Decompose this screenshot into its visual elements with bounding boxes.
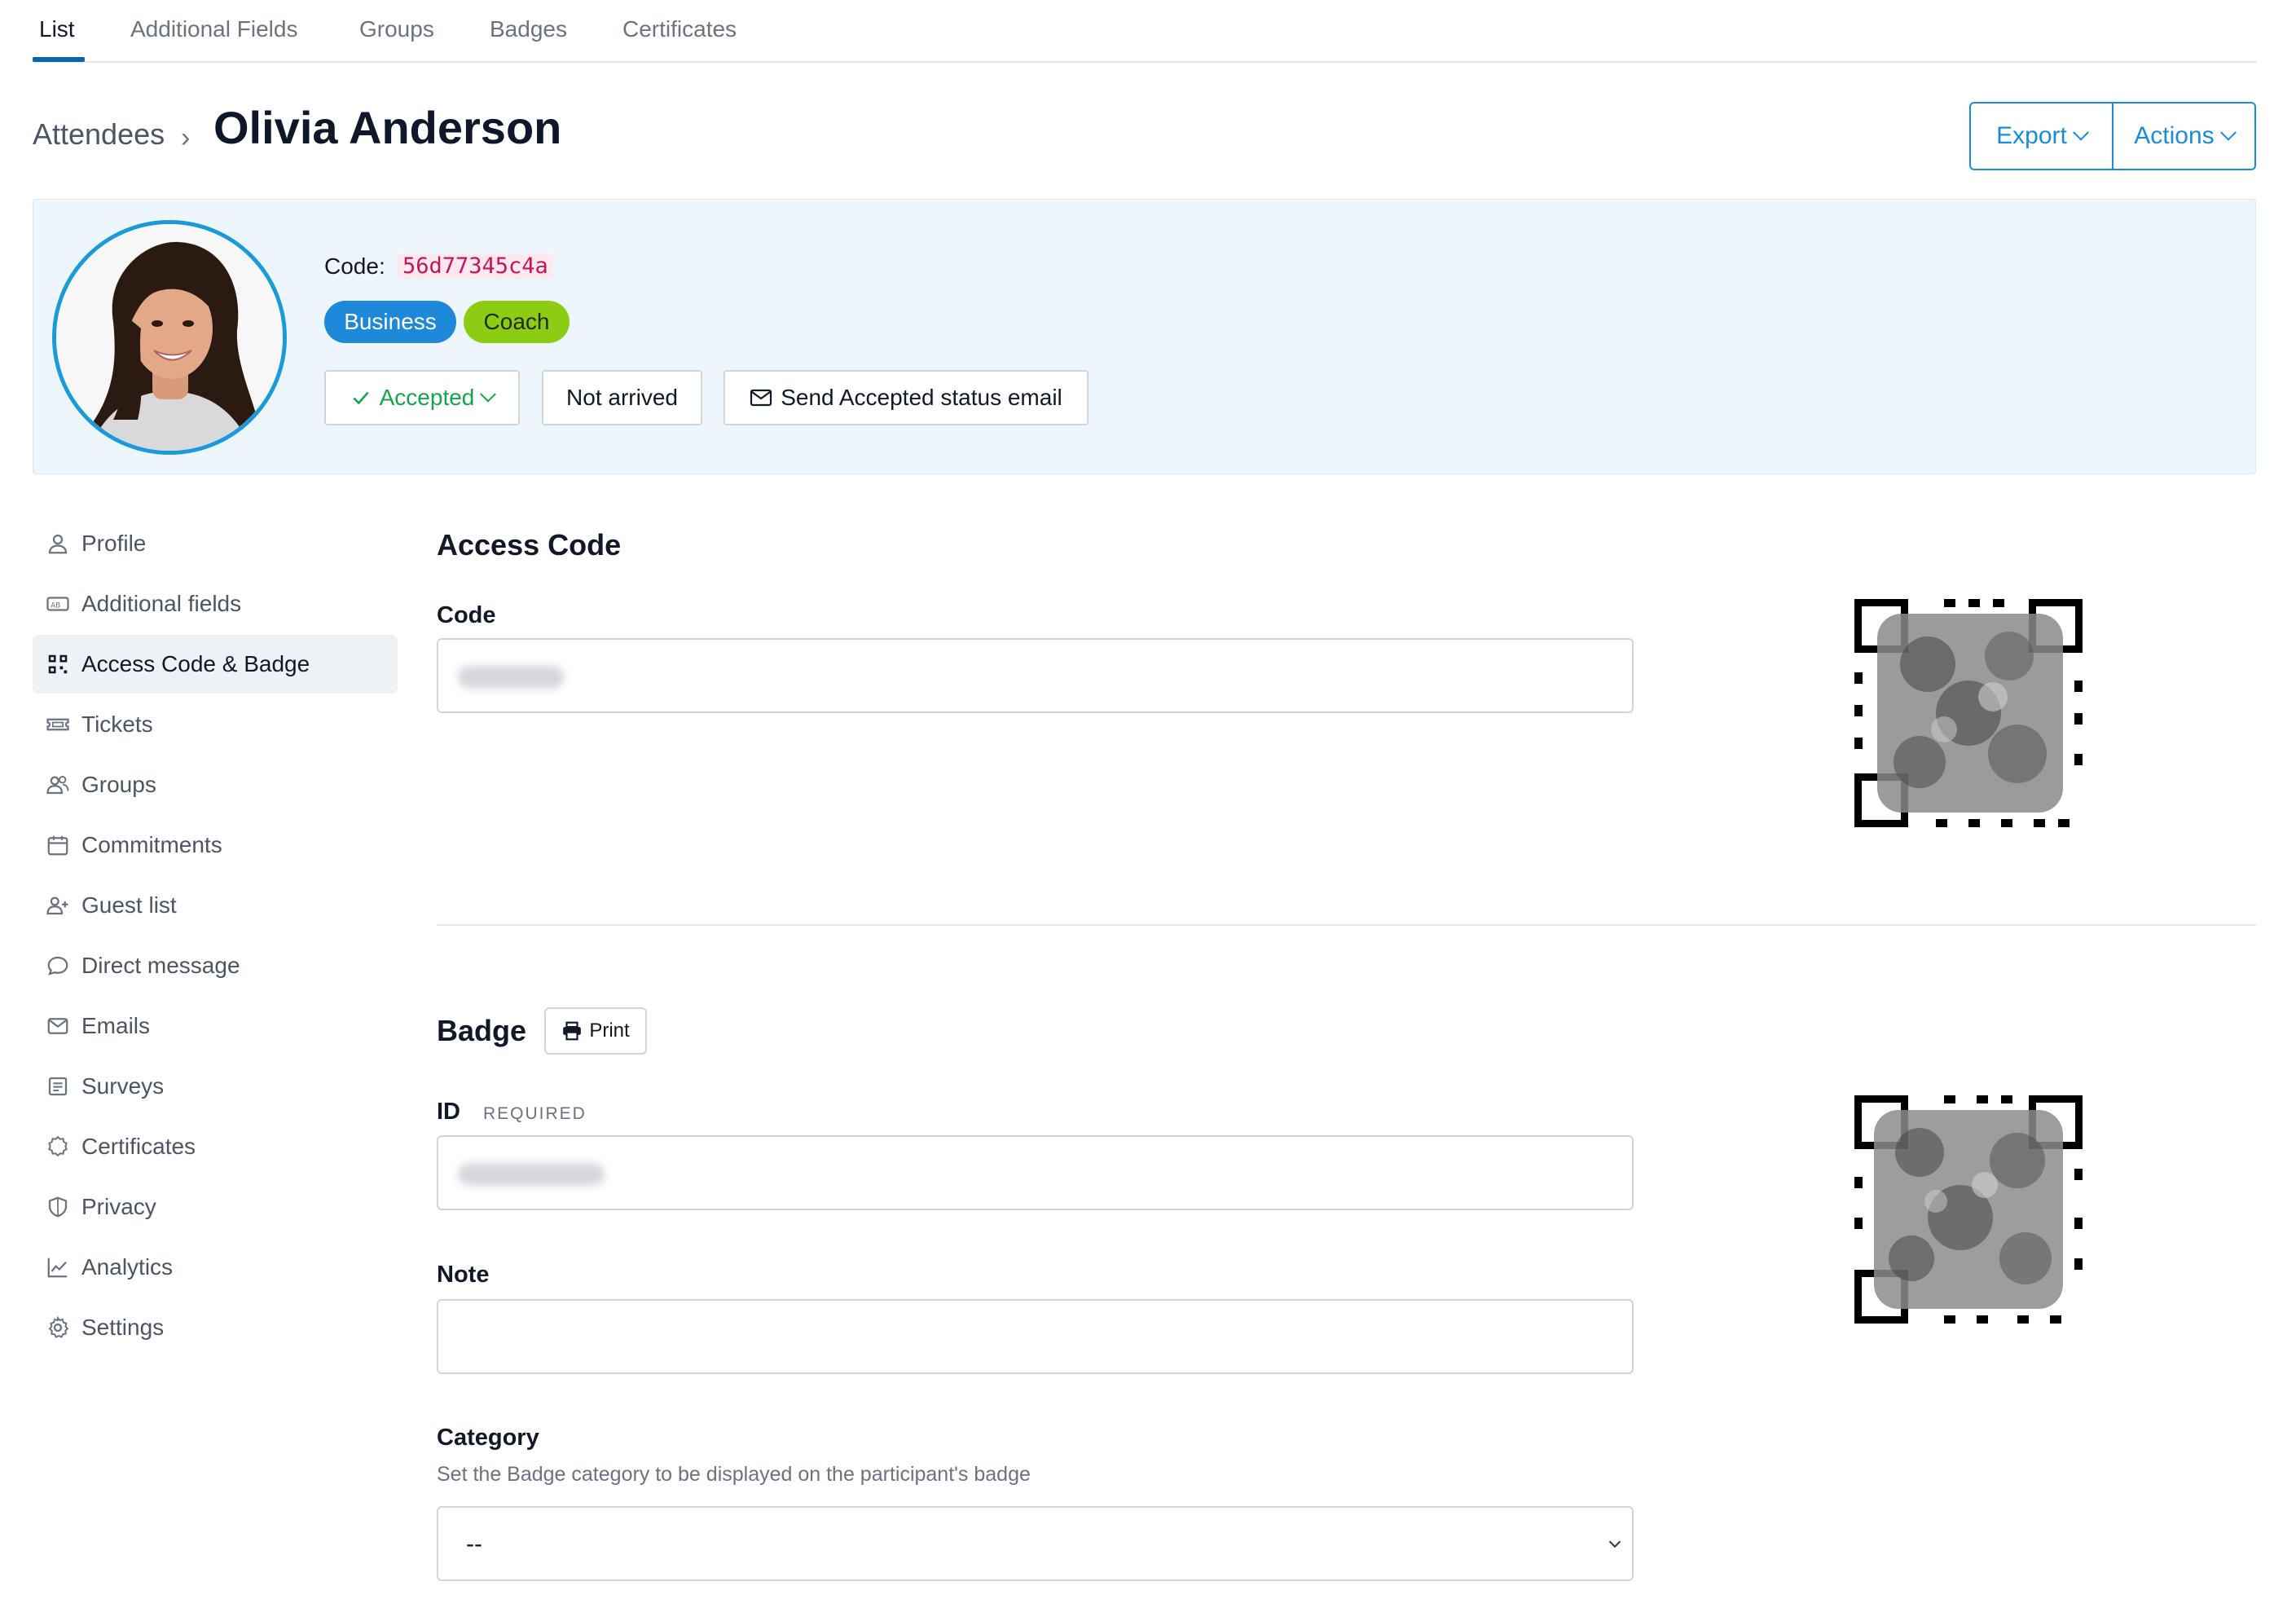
print-badge-button[interactable]: Print [544, 1007, 647, 1055]
envelope-icon [750, 389, 772, 407]
sidebar-item-label: Additional fields [81, 591, 242, 616]
sidebar-item-profile[interactable]: Profile [33, 514, 398, 573]
tab-badges[interactable]: Badges [490, 16, 567, 42]
id-label-text: ID [437, 1099, 460, 1125]
sidebar-item-tickets[interactable]: Tickets [33, 695, 398, 754]
active-tab-indicator [33, 57, 85, 62]
tab-groups[interactable]: Groups [359, 16, 434, 42]
note-field-label: Note [437, 1262, 490, 1288]
group-badge-coach: Coach [464, 301, 570, 343]
form-field-icon: AB [46, 597, 69, 611]
id-field-label: ID REQUIRED [437, 1099, 587, 1125]
section-divider [437, 924, 2256, 926]
header-button-group: Export Actions [1969, 102, 2256, 170]
sidebar-item-groups[interactable]: Groups [33, 755, 398, 814]
sidebar-item-additional-fields[interactable]: AB Additional fields [33, 575, 398, 633]
chevron-down-icon [2072, 124, 2089, 141]
sidebar-item-label: Access Code & Badge [81, 651, 310, 676]
sidebar-item-label: Settings [81, 1315, 165, 1340]
tab-list[interactable]: List [39, 16, 75, 42]
arrival-status-button[interactable]: Not arrived [542, 370, 702, 425]
sidebar-item-label: Surveys [81, 1073, 165, 1099]
sidebar-item-label: Direct message [81, 953, 240, 978]
ticket-icon [46, 718, 69, 731]
status-label: Accepted [379, 385, 475, 410]
top-tab-bar: List Additional Fields Groups Badges Cer… [33, 0, 2257, 63]
qr-code-icon [48, 654, 68, 674]
sidebar-item-label: Commitments [81, 832, 222, 857]
sidebar-item-commitments[interactable]: Commitments [33, 816, 398, 874]
redacted-code-value [458, 666, 564, 689]
actions-button-label: Actions [2134, 122, 2215, 149]
breadcrumb-attendees[interactable]: Attendees [33, 117, 165, 152]
access-code-field[interactable] [437, 638, 1634, 713]
survey-icon [48, 1077, 68, 1096]
attendee-code-value: 56d77345c4a [398, 253, 553, 279]
redacted-id-value [458, 1163, 605, 1186]
envelope-icon [47, 1018, 68, 1034]
badge-category-select[interactable]: -- [437, 1506, 1634, 1581]
shield-icon [48, 1196, 68, 1218]
access-code-qr [1854, 599, 2083, 827]
sidebar-item-label: Profile [81, 531, 147, 556]
badge-qr [1854, 1095, 2083, 1324]
gear-icon [48, 1315, 69, 1338]
actions-button[interactable]: Actions [2112, 104, 2254, 169]
chat-bubble-icon [47, 956, 68, 976]
sidebar-item-label: Groups [81, 772, 156, 797]
calendar-icon [47, 835, 68, 856]
category-help-text: Set the Badge category to be displayed o… [437, 1463, 1031, 1486]
arrival-status-label: Not arrived [566, 385, 678, 410]
breadcrumb-chevron-icon: › [181, 122, 191, 153]
status-dropdown-accepted[interactable]: Accepted [324, 370, 520, 425]
badge-id-field[interactable] [437, 1135, 1634, 1210]
check-icon [353, 391, 369, 405]
user-plus-icon [46, 896, 68, 915]
sidebar-item-label: Analytics [81, 1254, 174, 1280]
users-icon [46, 776, 69, 795]
user-icon [48, 534, 68, 554]
tab-additional-fields[interactable]: Additional Fields [130, 16, 297, 42]
tab-certificates[interactable]: Certificates [622, 16, 737, 42]
code-label: Code: [324, 253, 385, 279]
avatar [52, 220, 287, 455]
sidebar-item-certificates[interactable]: Certificates [33, 1117, 398, 1176]
sidebar-item-emails[interactable]: Emails [33, 997, 398, 1055]
line-chart-icon [47, 1258, 68, 1278]
print-button-label: Print [589, 1020, 630, 1042]
category-field-label: Category [437, 1425, 539, 1451]
sidebar-item-label: Tickets [81, 711, 153, 737]
chevron-down-icon [2219, 124, 2237, 141]
sidebar-item-privacy[interactable]: Privacy [33, 1178, 398, 1236]
avatar-photo [56, 224, 283, 451]
sidebar-item-label: Guest list [81, 892, 177, 918]
send-status-email-label: Send Accepted status email [781, 385, 1062, 410]
sidebar-item-analytics[interactable]: Analytics [33, 1238, 398, 1297]
certificate-icon [48, 1135, 68, 1157]
export-button-label: Export [1996, 122, 2067, 149]
sidebar-item-label: Emails [81, 1013, 151, 1038]
badge-heading: Badge [437, 1014, 527, 1047]
code-field-label: Code [437, 602, 496, 628]
svg-text:AB: AB [51, 601, 60, 610]
chevron-down-icon [1608, 1540, 1621, 1548]
sidebar-item-settings[interactable]: Settings [33, 1298, 398, 1357]
sidebar-item-label: Privacy [81, 1194, 156, 1219]
send-status-email-button[interactable]: Send Accepted status email [724, 370, 1089, 425]
sidebar-item-access-code-badge[interactable]: Access Code & Badge [33, 635, 398, 694]
sidebar-item-direct-message[interactable]: Direct message [33, 936, 398, 995]
required-indicator: REQUIRED [483, 1104, 587, 1123]
badge-note-field[interactable] [437, 1299, 1634, 1374]
group-badge-business: Business [324, 301, 456, 343]
sidebar-item-guest-list[interactable]: Guest list [33, 876, 398, 935]
printer-icon [563, 1021, 582, 1041]
category-selected-value: -- [466, 1531, 482, 1557]
sidebar-item-label: Certificates [81, 1134, 196, 1159]
export-button[interactable]: Export [1971, 104, 2112, 169]
access-code-heading: Access Code [437, 528, 622, 562]
page-title: Olivia Anderson [213, 102, 562, 153]
chevron-down-icon [480, 385, 497, 403]
sidebar-item-surveys[interactable]: Surveys [33, 1057, 398, 1116]
